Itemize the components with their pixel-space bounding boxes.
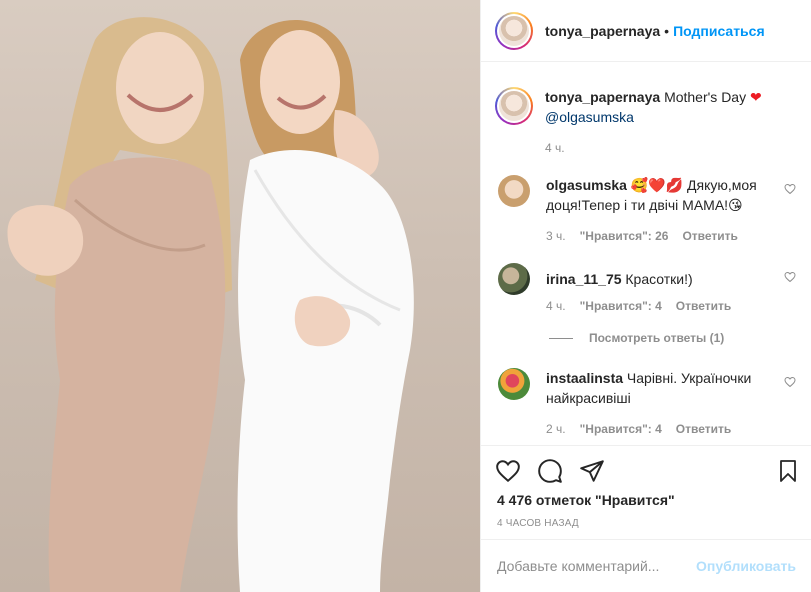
caption-text: Mother's Day	[664, 89, 747, 105]
commenter-avatar[interactable]	[498, 175, 530, 207]
comment-time[interactable]: 4 ч.	[546, 299, 566, 313]
comment-username[interactable]: olgasumska	[546, 177, 627, 193]
add-comment-bar: Опубликовать	[481, 539, 811, 592]
author-avatar[interactable]	[495, 11, 533, 50]
comment-username[interactable]: irina_11_75	[546, 271, 622, 287]
comment-likes[interactable]: "Нравится": 4	[580, 422, 662, 436]
follow-button[interactable]: Подписаться	[673, 23, 765, 39]
share-icon[interactable]	[579, 458, 605, 484]
comment-icon[interactable]	[537, 458, 563, 484]
comment-input[interactable]	[497, 558, 687, 574]
instagram-post: tonya_papernaya • Подписаться tonya_pape…	[0, 0, 811, 592]
post-side-panel: tonya_papernaya • Подписаться tonya_pape…	[480, 0, 811, 592]
comment-text: Красотки!)	[625, 271, 693, 287]
commenter-avatar[interactable]	[498, 263, 530, 295]
comment-likes[interactable]: "Нравится": 26	[580, 229, 669, 243]
comment-item: instaalinsta Чарівні. Україночки найкрас…	[495, 368, 800, 436]
bookmark-icon[interactable]	[776, 458, 800, 484]
like-comment-icon[interactable]	[784, 271, 796, 283]
reply-button[interactable]: Ответить	[682, 229, 737, 243]
header-separator: •	[664, 22, 670, 39]
like-comment-icon[interactable]	[784, 376, 796, 388]
comment-username[interactable]: instaalinsta	[546, 370, 623, 386]
reply-button[interactable]: Ответить	[676, 299, 731, 313]
post-header: tonya_papernaya • Подписаться	[481, 0, 811, 62]
post-photo-illustration	[7, 17, 414, 592]
comment-item: olgasumska 🥰❤️💋 Дякую,моя доця!Тепер і т…	[495, 175, 800, 243]
post-time[interactable]: 4 ЧАСОВ НАЗАД	[497, 518, 579, 529]
comment-item: irina_11_75 Красотки!) 4 ч. "Нравится": …	[495, 263, 800, 313]
caption-mention[interactable]: @olgasumska	[545, 109, 634, 125]
replies-divider-line	[549, 337, 573, 339]
caption-avatar[interactable]	[495, 87, 533, 125]
publish-button[interactable]: Опубликовать	[696, 558, 796, 574]
likes-count[interactable]: 4 476 отметок "Нравится"	[497, 492, 675, 508]
like-comment-icon[interactable]	[784, 183, 796, 195]
caption-username[interactable]: tonya_papernaya	[545, 89, 660, 105]
author-username[interactable]: tonya_papernaya	[545, 23, 660, 39]
reply-button[interactable]: Ответить	[676, 422, 731, 436]
heart-icon[interactable]	[495, 458, 521, 484]
comment-time[interactable]: 2 ч.	[546, 422, 566, 436]
view-replies-label[interactable]: Посмотреть ответы (1)	[589, 331, 724, 345]
post-caption: tonya_papernaya Mother's Day ❤ @olgasums…	[495, 87, 795, 127]
comment-likes[interactable]: "Нравится": 4	[580, 299, 662, 313]
comments-section[interactable]: tonya_papernaya Mother's Day ❤ @olgasums…	[481, 63, 811, 445]
comment-time[interactable]: 3 ч.	[546, 229, 566, 243]
view-replies-button[interactable]: Посмотреть ответы (1)	[549, 331, 724, 345]
heart-emoji: ❤	[749, 89, 762, 105]
caption-time[interactable]: 4 ч.	[545, 141, 565, 155]
post-photo[interactable]	[0, 0, 480, 592]
commenter-avatar[interactable]	[498, 368, 530, 400]
